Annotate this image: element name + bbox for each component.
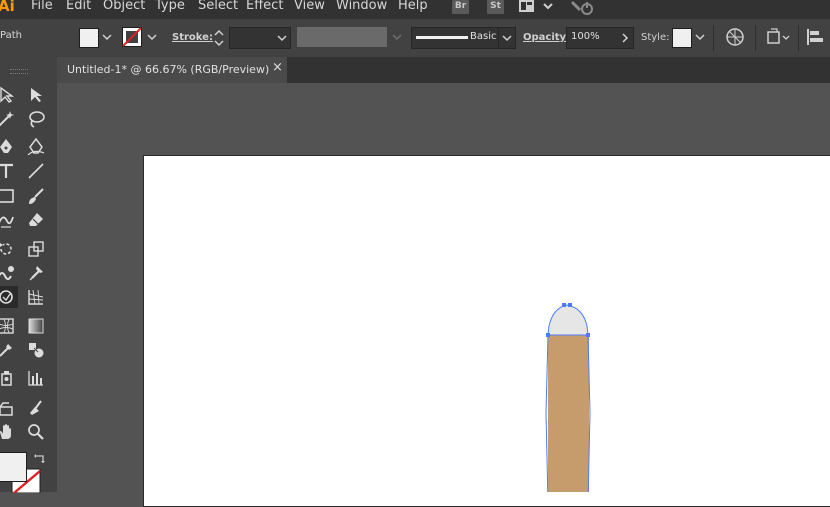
stroke-dropdown-icon[interactable]	[146, 33, 158, 41]
stroke-weight-stepper-icon[interactable]	[211, 27, 227, 49]
fill-dropdown-icon[interactable]	[101, 33, 113, 41]
stroke-weight-dropdown-icon	[277, 35, 287, 42]
menu-type[interactable]: Type	[155, 0, 185, 13]
gradient-tool-icon[interactable]	[24, 315, 48, 337]
panel-grip[interactable]	[10, 69, 28, 74]
variable-width-profile[interactable]	[297, 27, 387, 47]
document-tab[interactable]: Untitled-1* @ 66.67% (RGB/Preview) ×	[57, 57, 287, 83]
type-tool-icon[interactable]	[0, 160, 18, 182]
menu-window[interactable]: Window	[336, 0, 387, 13]
graphic-style-dropdown-icon[interactable]	[694, 33, 706, 41]
eyedropper-tool-icon[interactable]	[0, 339, 18, 361]
brush-dropdown-icon	[502, 35, 512, 42]
document-tab-title: Untitled-1* @ 66.67% (RGB/Preview)	[67, 63, 270, 76]
slice-tool-icon[interactable]	[24, 397, 48, 419]
stroke-weight-field[interactable]	[229, 27, 291, 49]
direct-selection-tool-icon[interactable]	[0, 84, 18, 106]
paintbrush-tool-icon[interactable]	[24, 185, 48, 207]
swap-fill-stroke-icon[interactable]	[33, 452, 47, 466]
lasso-tool-icon[interactable]	[24, 108, 48, 130]
control-bar: Path Stroke: Basic Opacity: 100% Style:	[0, 19, 830, 58]
fill-swatch[interactable]	[79, 28, 99, 48]
menu-object[interactable]: Object	[103, 0, 145, 13]
tools-panel	[0, 57, 58, 493]
column-graph-tool-icon[interactable]	[24, 367, 48, 389]
eraser-tool-icon[interactable]	[24, 209, 48, 231]
document-tab-bar: Untitled-1* @ 66.67% (RGB/Preview) ×	[57, 57, 830, 83]
rectangle-tool-icon[interactable]	[0, 185, 18, 207]
selection-tool-icon[interactable]	[24, 84, 48, 106]
hand-tool-icon[interactable]	[0, 421, 18, 443]
zoom-tool-icon[interactable]	[24, 421, 48, 443]
menu-file[interactable]: File	[31, 0, 53, 13]
puppet-warp-tool-icon[interactable]	[24, 262, 48, 284]
app-logo[interactable]: Ai	[0, 0, 15, 15]
menu-select[interactable]: Select	[198, 0, 238, 13]
stroke-label[interactable]: Stroke:	[172, 32, 213, 43]
anchor-point[interactable]	[568, 303, 572, 307]
fill-color-box[interactable]	[0, 452, 27, 482]
align-left-icon[interactable]	[806, 28, 824, 46]
gpu-performance-icon[interactable]	[570, 0, 596, 16]
menu-help[interactable]: Help	[398, 0, 428, 13]
selection-type-label: Path	[0, 30, 22, 41]
divider	[755, 25, 756, 51]
document-setup-icon[interactable]	[766, 28, 792, 46]
bridge-button[interactable]: Br	[452, 0, 469, 14]
brush-stroke-preview	[416, 36, 468, 39]
artwork-layer[interactable]	[57, 83, 830, 492]
recolor-artwork-icon[interactable]	[725, 27, 745, 47]
menu-view[interactable]: View	[294, 0, 325, 13]
mesh-tool-icon[interactable]	[0, 315, 18, 337]
divider	[713, 25, 714, 51]
menu-effect[interactable]: Effect	[246, 0, 283, 13]
anchor-point[interactable]	[562, 303, 566, 307]
style-label: Style:	[641, 32, 670, 43]
anchor-point[interactable]	[586, 333, 590, 337]
free-transform-tool-icon[interactable]	[0, 286, 18, 308]
opacity-value: 100%	[571, 31, 600, 42]
pencil-body-shape[interactable]	[548, 333, 589, 492]
shaper-tool-icon[interactable]	[0, 209, 18, 231]
stock-button[interactable]: St	[487, 0, 504, 14]
brush-divider	[498, 28, 499, 48]
magic-wand-tool-icon[interactable]	[0, 108, 18, 130]
pen-tool-icon[interactable]	[0, 136, 18, 158]
symbol-sprayer-tool-icon[interactable]	[0, 367, 18, 389]
warp-tool-icon[interactable]	[0, 262, 18, 284]
variable-width-dropdown-icon[interactable]	[391, 33, 403, 41]
canvas-area[interactable]	[57, 83, 830, 507]
divider	[798, 25, 799, 51]
opacity-flyout-icon	[622, 33, 629, 43]
rotate-tool-icon[interactable]	[0, 238, 18, 260]
stroke-swatch-none-icon[interactable]	[122, 27, 142, 47]
artboard-tool-icon[interactable]	[0, 397, 18, 419]
arrange-documents-icon[interactable]	[518, 0, 560, 14]
opacity-field[interactable]: 100%	[566, 27, 634, 49]
perspective-grid-tool-icon[interactable]	[24, 286, 48, 308]
brush-definition-field[interactable]: Basic	[411, 27, 516, 49]
menu-edit[interactable]: Edit	[66, 0, 91, 13]
anchor-point[interactable]	[546, 333, 550, 337]
curvature-tool-icon[interactable]	[24, 136, 48, 158]
graphic-style-swatch[interactable]	[672, 28, 692, 48]
blend-tool-icon[interactable]	[24, 339, 48, 361]
brush-name: Basic	[470, 31, 497, 42]
opacity-label[interactable]: Opacity:	[523, 32, 570, 43]
line-segment-tool-icon[interactable]	[24, 160, 48, 182]
scale-tool-icon[interactable]	[24, 238, 48, 260]
close-tab-icon[interactable]: ×	[272, 60, 283, 75]
pencil-cap-shape[interactable]	[548, 305, 588, 335]
menu-bar: Ai File Edit Object Type Select Effect V…	[0, 0, 830, 19]
